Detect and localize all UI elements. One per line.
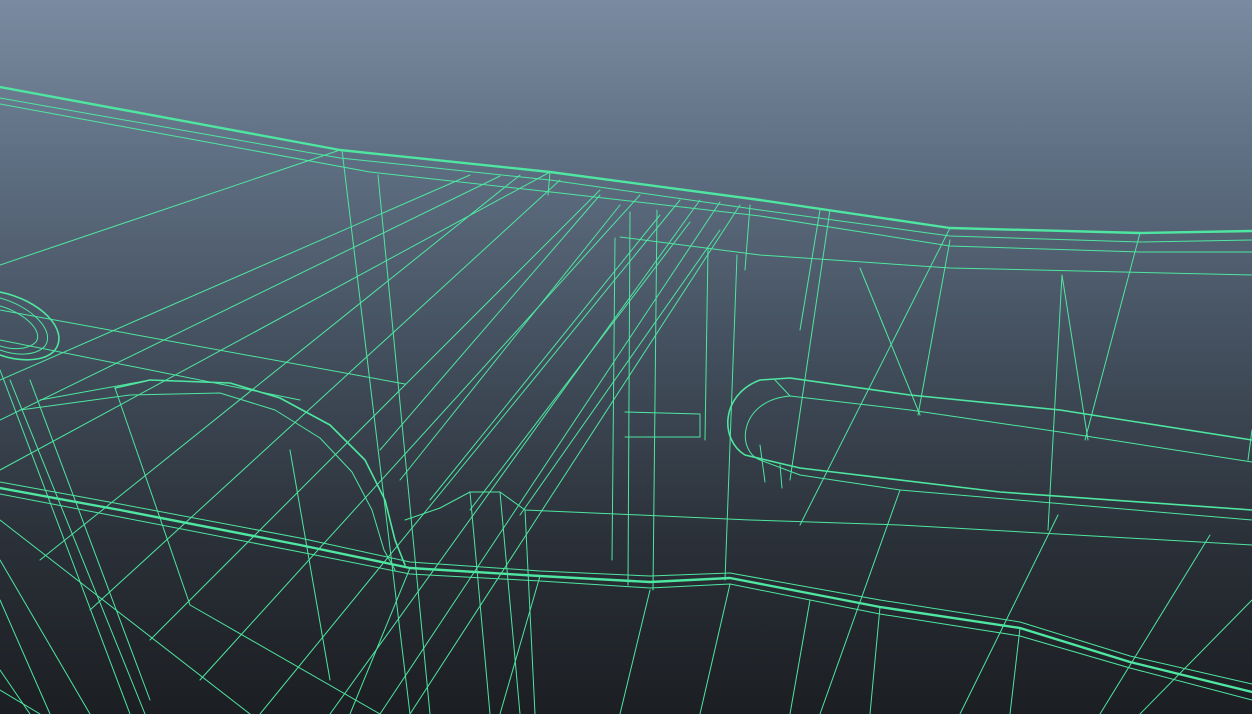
fan-edge xyxy=(429,214,661,501)
fan-edge xyxy=(379,194,601,451)
left-edge xyxy=(0,599,51,714)
right-slot-inner xyxy=(744,395,1252,521)
3d-viewport[interactable] xyxy=(0,0,1252,714)
post-edge xyxy=(377,174,431,714)
left-loop-inner xyxy=(0,297,48,355)
top-rail-edge-inner xyxy=(0,103,1252,253)
fan-edge xyxy=(329,199,701,714)
mesh-edges xyxy=(0,85,1252,714)
left-edge xyxy=(9,379,146,714)
left-edge xyxy=(114,387,191,606)
right-strut xyxy=(789,209,831,481)
bottom-edge xyxy=(1009,627,1021,714)
fan-edge xyxy=(469,221,691,511)
lower-rail-edge xyxy=(0,486,1252,694)
left-edge xyxy=(29,379,151,701)
bottom-edge xyxy=(699,583,731,714)
post-edge xyxy=(341,149,411,714)
center-vert xyxy=(704,247,709,441)
slot-rung xyxy=(774,379,791,397)
center-vert xyxy=(627,211,631,586)
bottom-edge xyxy=(1139,599,1252,714)
fan-edge xyxy=(39,174,521,561)
left-edge xyxy=(0,369,131,714)
center-block xyxy=(624,411,701,438)
right-strut xyxy=(1099,534,1211,714)
left-edge xyxy=(289,449,331,681)
left-edge xyxy=(0,669,31,714)
left-edge xyxy=(0,559,91,714)
top-rail-edge-inner xyxy=(0,97,1252,243)
wireframe-mesh[interactable] xyxy=(0,0,1252,714)
lower-rail-edge-inner xyxy=(0,493,1252,701)
left-channel-inner2 xyxy=(39,379,151,401)
center-block xyxy=(469,491,1252,546)
bottom-edge xyxy=(789,599,811,714)
fan-edge xyxy=(399,204,621,481)
right-strut xyxy=(799,227,951,526)
fan-edge xyxy=(0,149,341,266)
center-vert xyxy=(724,254,738,581)
fan-edge xyxy=(409,204,741,714)
bottom-edge xyxy=(619,589,651,714)
bottom-edge xyxy=(869,606,881,714)
left-edge xyxy=(0,339,301,401)
right-strut xyxy=(1047,274,1063,531)
fan-edge xyxy=(0,174,471,381)
bottom-edge xyxy=(0,689,41,714)
left-channel-inner xyxy=(129,392,396,571)
post-edge xyxy=(469,491,491,714)
right-strut xyxy=(799,209,821,331)
slot-rung xyxy=(759,444,766,483)
right-strut xyxy=(1247,429,1252,461)
right-strut xyxy=(1061,274,1089,441)
fan-edge xyxy=(379,201,721,714)
fan-edge xyxy=(89,179,561,611)
fan-edge xyxy=(0,175,501,421)
right-strut xyxy=(1084,232,1141,441)
left-loop-inner2 xyxy=(0,305,39,350)
lower-rail-edge-inner xyxy=(0,481,1252,685)
